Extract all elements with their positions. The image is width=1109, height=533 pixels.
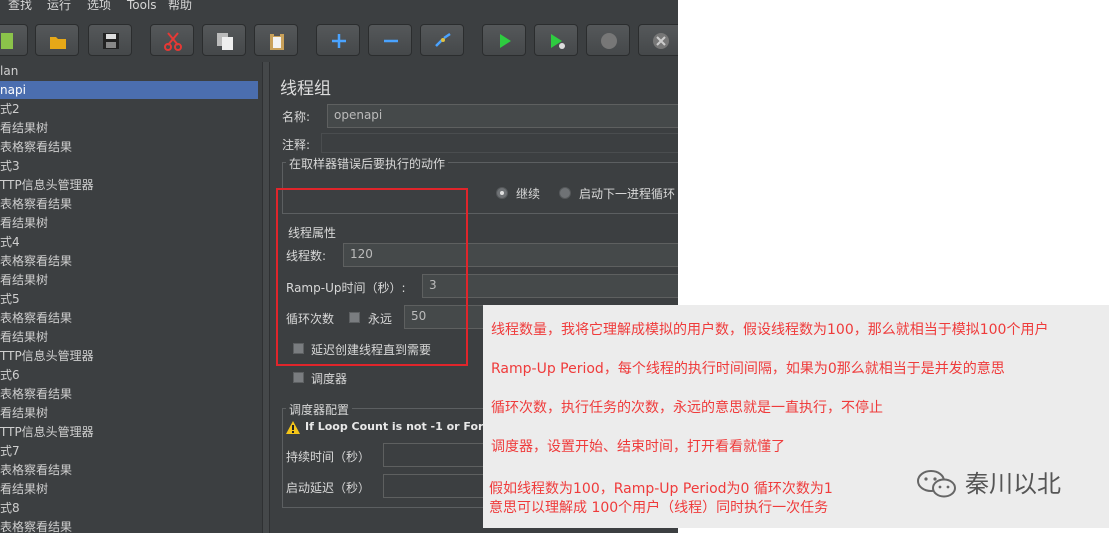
scheduler-checkbox[interactable] [293, 372, 304, 383]
stop-button[interactable] [586, 24, 630, 56]
comment-label: 注释: [282, 138, 311, 152]
wechat-icon [917, 470, 956, 498]
stop-icon [601, 33, 617, 49]
comment-input[interactable] [321, 133, 678, 153]
start-icon [500, 34, 511, 48]
continue-radio[interactable] [496, 187, 508, 199]
tree-item[interactable]: 看结果树 [0, 214, 48, 232]
toolbar [0, 16, 678, 63]
shutdown-button[interactable] [638, 24, 678, 56]
tree-item[interactable]: TTP信息头管理器 [0, 423, 94, 441]
tree-item[interactable]: 表格察看结果 [0, 138, 72, 156]
annotation-line-6: 意思可以理解成 100个用户（线程）同时执行一次任务 [489, 500, 829, 516]
save-icon [103, 33, 119, 49]
tree-item[interactable]: 式4 [0, 233, 20, 251]
expand-plus-icon [332, 34, 346, 48]
tree-item[interactable]: 式2 [0, 100, 20, 118]
loop-count-warning: If Loop Count is not -1 or Forever [305, 420, 511, 433]
split-pane-divider[interactable] [262, 62, 270, 533]
tree-item[interactable]: 看结果树 [0, 271, 48, 289]
continue-label: 继续 [516, 187, 541, 201]
shutdown-icon [653, 33, 669, 49]
menu-search[interactable]: 查找 [8, 0, 32, 12]
tree-item[interactable]: 表格察看结果 [0, 195, 72, 213]
tree-item[interactable]: 表格察看结果 [0, 385, 72, 403]
duration-label: 持续时间（秒） [286, 450, 371, 464]
tree-item[interactable]: lan [0, 62, 18, 80]
sampler-error-title: 在取样器错误后要执行的动作 [286, 155, 449, 172]
tree-item[interactable]: 式6 [0, 366, 20, 384]
start-next-loop-label: 启动下一进程循环 [579, 187, 676, 201]
cut-button[interactable] [150, 24, 194, 56]
save-button[interactable] [88, 24, 132, 56]
annotation-line-3: 循环次数，执行任务的次数，永远的意思就是一直执行，不停止 [491, 400, 883, 416]
collapse-minus-icon [384, 39, 398, 43]
tree-item[interactable]: 表格察看结果 [0, 461, 72, 479]
tree-item[interactable]: 式8 [0, 499, 20, 517]
menu-run[interactable]: 运行 [47, 0, 71, 12]
tree-item[interactable]: 表格察看结果 [0, 252, 72, 270]
watermark: 秦川以北 [915, 468, 1061, 500]
collapse-button[interactable] [368, 24, 412, 56]
name-input[interactable]: openapi [327, 104, 678, 128]
scheduler-label: 调度器 [311, 372, 348, 386]
watermark-text: 秦川以北 [965, 470, 1061, 498]
menu-tools[interactable]: Tools [127, 0, 157, 12]
copy-button[interactable] [202, 24, 246, 56]
new-icon [1, 33, 13, 49]
cut-icon [164, 32, 182, 51]
expand-button[interactable] [316, 24, 360, 56]
annotation-line-5: 假如线程数为100，Ramp-Up Period为0 循环次数为1 [489, 481, 833, 497]
toggle-icon [435, 32, 451, 47]
start-no-pause-icon [551, 34, 565, 49]
open-icon [50, 37, 66, 49]
start-button[interactable] [482, 24, 526, 56]
tree-item-selected[interactable]: napi [0, 81, 258, 99]
tree-item[interactable]: TTP信息头管理器 [0, 176, 94, 194]
tree-item[interactable]: 表格察看结果 [0, 518, 72, 533]
page-title: 线程组 [280, 79, 331, 99]
annotation-line-2: Ramp-Up Period，每个线程的执行时间间隔，如果为0那么就相当于是并发… [491, 361, 1005, 377]
tree-item[interactable]: 看结果树 [0, 328, 48, 346]
warning-icon [286, 421, 300, 434]
tree-item[interactable]: 式3 [0, 157, 20, 175]
toggle-button[interactable] [420, 24, 464, 56]
new-button[interactable] [0, 24, 28, 56]
tree-item[interactable]: 表格察看结果 [0, 309, 72, 327]
menu-help[interactable]: 帮助 [168, 0, 192, 12]
annotation-line-4: 调度器，设置开始、结束时间，打开看看就懂了 [491, 439, 785, 455]
menu-options[interactable]: 选项 [87, 0, 111, 12]
start-no-pause-button[interactable] [534, 24, 578, 56]
tree-item[interactable]: 看结果树 [0, 404, 48, 422]
tree-item[interactable]: 看结果树 [0, 480, 48, 498]
start-next-loop-radio[interactable] [559, 187, 571, 199]
open-button[interactable] [35, 24, 79, 56]
tree-item[interactable]: 式7 [0, 442, 20, 460]
test-plan-tree: lan napi 式2 看结果树 表格察看结果 式3 TTP信息头管理器 表格察… [0, 62, 262, 533]
paste-icon [270, 32, 284, 50]
paste-button[interactable] [254, 24, 298, 56]
tree-item[interactable]: 看结果树 [0, 119, 48, 137]
menu-bar: 查找 运行 选项 Tools 帮助 [0, 0, 678, 16]
annotation-line-1: 线程数量，我将它理解成模拟的用户数，假设线程数为100，那么就相当于模拟100个… [491, 322, 1049, 338]
tree-item[interactable]: 式5 [0, 290, 20, 308]
copy-icon [217, 33, 233, 50]
name-label: 名称: [282, 110, 311, 124]
scheduler-config-title: 调度器配置 [286, 401, 353, 418]
startup-delay-label: 启动延迟（秒） [286, 481, 371, 495]
tree-item[interactable]: TTP信息头管理器 [0, 347, 94, 365]
highlight-box [276, 188, 468, 366]
